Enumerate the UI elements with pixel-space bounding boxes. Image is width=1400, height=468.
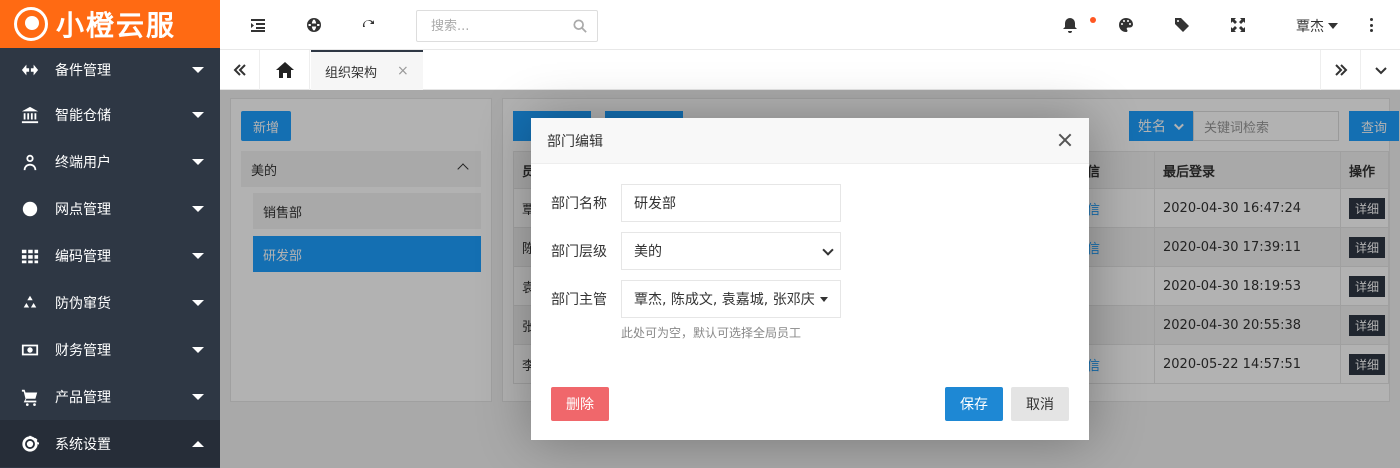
sidebar-item-label: 产品管理 [55,389,111,406]
tag-icon[interactable] [1172,15,1192,35]
tabs-scroll-left-button[interactable] [220,50,260,90]
globe-icon [20,199,40,219]
sidebar-item-codes[interactable]: 编码管理 [0,232,220,279]
double-chevron-right-icon [1334,64,1347,76]
tab-org-structure[interactable]: 组织架构 × [311,50,423,90]
sidebar-item-label: 编码管理 [55,248,111,265]
caret-down-icon [192,111,204,118]
search-input[interactable] [417,11,597,41]
sidebar-item-label: 备件管理 [55,62,111,79]
close-icon[interactable] [1057,132,1073,148]
caret-down-icon [192,299,204,306]
chevron-down-icon [822,244,834,256]
sidebar-item-label: 网点管理 [55,201,111,218]
caret-down-icon [192,66,204,73]
globe-icon[interactable] [304,15,324,35]
department-level-select[interactable]: 美的 [621,232,841,270]
logo-text: 小橙云服 [56,9,177,42]
caret-down-icon [192,252,204,259]
department-level-label: 部门层级 [551,244,607,260]
department-manager-label: 部门主管 [551,292,607,308]
cart-icon [20,387,40,407]
recycle-icon [20,293,40,313]
notification-dot [1090,17,1096,23]
cancel-button[interactable]: 取消 [1011,387,1069,421]
caret-down-icon [820,297,828,302]
sidebar-item-label: 系统设置 [55,436,111,453]
department-name-input[interactable]: 研发部 [621,184,841,222]
money-icon [20,340,40,360]
caret-up-icon [192,440,204,447]
department-edit-dialog: 部门编辑 部门名称 研发部 部门层级 美的 部门主管 覃杰, 陈成文, 袁嘉城,… [531,118,1089,440]
form-row-level: 部门层级 美的 [531,232,1089,270]
dialog-title: 部门编辑 [547,133,603,150]
caret-down-icon [192,393,204,400]
chevron-down-icon [1374,67,1387,75]
department-name-label: 部门名称 [551,196,607,212]
caret-down-icon [1328,23,1338,29]
department-manager-value: 覃杰, 陈成文, 袁嘉城, 张邓庆 [634,292,815,308]
tabs-scroll-right-button[interactable] [1320,50,1360,90]
menu-toggle-icon[interactable] [248,15,268,35]
bank-icon [20,105,40,125]
palette-icon[interactable] [1116,15,1136,35]
bell-icon[interactable] [1060,15,1080,35]
sidebar-item-finance[interactable]: 财务管理 [0,326,220,373]
sidebar-item-label: 智能仓储 [55,107,111,124]
tab-label: 组织架构 [325,65,378,81]
home-icon [275,62,294,78]
topbar: 覃杰 [220,0,1400,50]
department-manager-select[interactable]: 覃杰, 陈成文, 袁嘉城, 张邓庆 [621,280,841,318]
logo[interactable]: 小橙云服 [0,0,220,48]
sidebar-item-products[interactable]: 产品管理 [0,373,220,420]
sidebar-item-settings[interactable]: 系统设置 [0,420,220,467]
caret-down-icon [192,346,204,353]
sidebar-item-warehouse[interactable]: 智能仓储 [0,91,220,138]
tab-home[interactable] [260,50,310,90]
save-button[interactable]: 保存 [945,387,1003,421]
exchange-icon [20,60,40,80]
refresh-icon[interactable] [359,15,379,35]
department-level-value: 美的 [634,244,662,260]
sidebar-item-label: 财务管理 [55,342,111,359]
grid-icon [20,246,40,266]
sidebar-item-spare-parts[interactable]: 备件管理 [0,48,220,91]
sidebar-item-label: 防伪窜货 [55,295,111,312]
user-name: 覃杰 [1296,19,1324,35]
tabs-dropdown-button[interactable] [1360,50,1400,90]
close-icon[interactable]: × [397,63,409,79]
user-menu[interactable]: 覃杰 [1296,16,1338,36]
search-icon[interactable] [573,19,587,33]
delete-button[interactable]: 删除 [551,387,609,421]
more-vertical-icon[interactable] [1370,15,1374,35]
sidebar-item-outlets[interactable]: 网点管理 [0,185,220,232]
department-name-value: 研发部 [634,196,676,212]
sidebar-item-label: 终端用户 [55,154,111,171]
search-box[interactable] [416,10,598,42]
form-row-name: 部门名称 研发部 [531,184,1089,222]
form-row-manager: 部门主管 覃杰, 陈成文, 袁嘉城, 张邓庆 [531,280,1089,318]
double-chevron-left-icon [233,64,246,76]
sidebar-item-anti-counterfeit[interactable]: 防伪窜货 [0,279,220,326]
dialog-header: 部门编辑 [531,118,1089,164]
manager-hint: 此处可为空，默认可选择全局员工 [621,326,802,340]
tab-bar: 组织架构 × [220,50,1400,90]
sidebar-item-end-users[interactable]: 终端用户 [0,138,220,185]
caret-down-icon [192,205,204,212]
sidebar: 小橙云服 备件管理 智能仓储 终端用户 网点管理 编码管理 防伪窜货 财务管理 … [0,0,220,468]
fullscreen-icon[interactable] [1228,15,1248,35]
caret-down-icon [192,158,204,165]
logo-icon [14,7,48,41]
gear-icon [20,434,40,454]
user-icon [20,152,40,172]
